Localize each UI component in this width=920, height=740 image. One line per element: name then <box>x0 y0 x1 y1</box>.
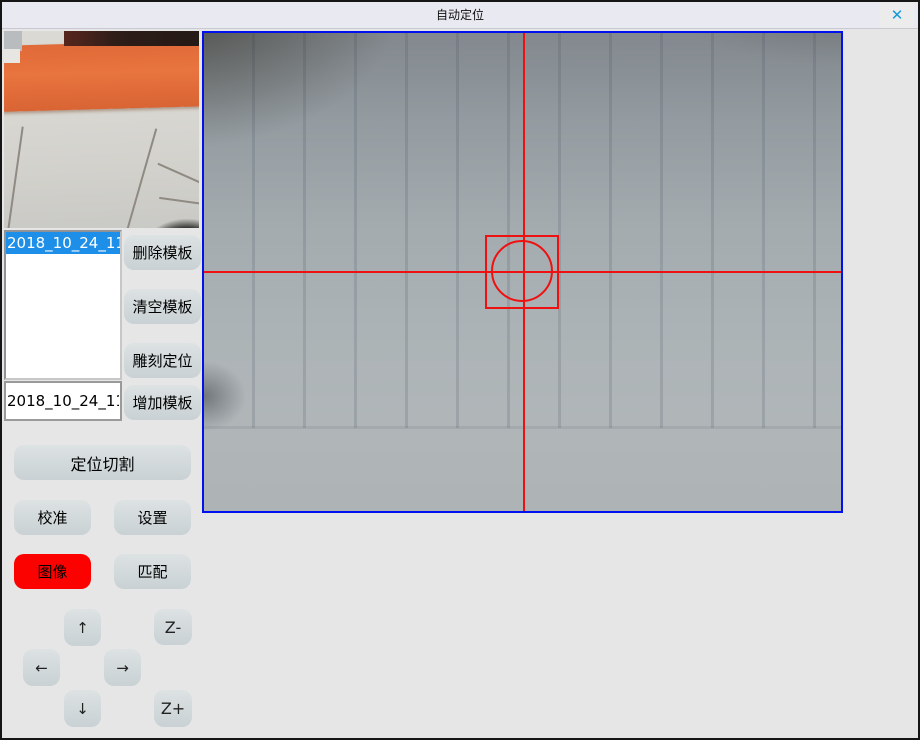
jog-left-button[interactable]: ← <box>23 649 60 686</box>
thumbnail-dark-object <box>142 219 199 228</box>
close-icon[interactable]: ✕ <box>880 2 914 28</box>
position-cut-button[interactable]: 定位切割 <box>14 445 191 480</box>
z-minus-button[interactable]: Z- <box>154 609 192 645</box>
template-thumbnail <box>4 31 199 228</box>
titlebar: 自动定位 ✕ <box>2 2 918 29</box>
image-button[interactable]: 图像 <box>14 554 91 589</box>
list-item[interactable]: 2018_10_24_11 <box>6 232 120 254</box>
delete-template-button[interactable]: 删除模板 <box>124 235 201 270</box>
jog-right-button[interactable]: → <box>104 649 141 686</box>
thumbnail-gray-patch <box>4 31 22 51</box>
settings-button[interactable]: 设置 <box>114 500 191 535</box>
template-name-input[interactable] <box>4 381 122 421</box>
engrave-position-button[interactable]: 雕刻定位 <box>124 343 201 378</box>
thumbnail-orange-edge <box>4 40 199 112</box>
camera-view <box>202 31 843 513</box>
auto-position-dialog: 自动定位 ✕ 2018_10_24_11 删除模板 清空模板 雕刻定位 增加模板… <box>0 0 920 740</box>
match-button[interactable]: 匹配 <box>114 554 191 589</box>
clear-templates-button[interactable]: 清空模板 <box>124 289 201 324</box>
z-plus-button[interactable]: Z+ <box>154 690 192 727</box>
jog-down-button[interactable]: ↓ <box>64 690 101 727</box>
add-template-button[interactable]: 增加模板 <box>124 385 201 420</box>
thumbnail-dark-bar <box>64 31 199 46</box>
target-circle <box>491 240 553 302</box>
thumbnail-white-patch <box>4 49 20 63</box>
calibrate-button[interactable]: 校准 <box>14 500 91 535</box>
template-list[interactable]: 2018_10_24_11 <box>4 230 122 380</box>
jog-up-button[interactable]: ↑ <box>64 609 101 646</box>
window-title: 自动定位 <box>2 2 918 29</box>
